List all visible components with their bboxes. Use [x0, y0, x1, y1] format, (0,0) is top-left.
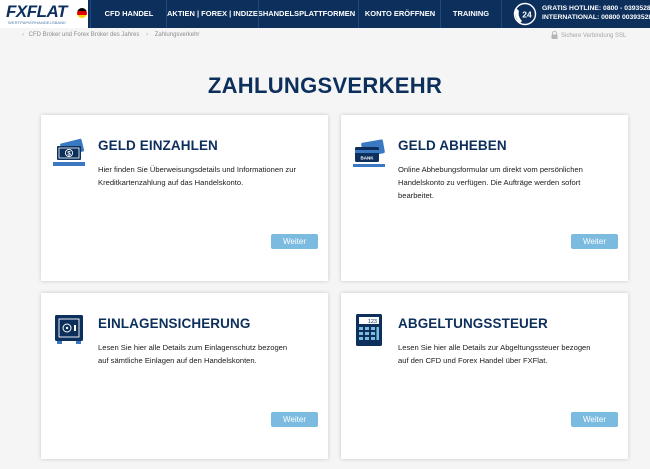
safe-icon: [55, 315, 83, 344]
phone-24-icon: 24: [513, 2, 537, 26]
bank-label: BANK: [361, 156, 375, 161]
nav-aktien-forex-indizes[interactable]: AKTIEN | FOREX | INDIZES: [166, 0, 263, 28]
top-navigation: FXFLAT WERTPAPIERHANDELSBANK CFD HANDEL …: [0, 0, 650, 28]
logo[interactable]: FXFLAT WERTPAPIERHANDELSBANK: [0, 0, 88, 28]
card-geld-abheben: BANK GELD ABHEBEN Online Abhebungsformul…: [341, 115, 628, 281]
logo-text: FXFLAT: [6, 2, 67, 21]
nav-cfd-handel[interactable]: CFD HANDEL: [90, 0, 167, 28]
weiter-button[interactable]: Weiter: [271, 412, 318, 427]
ssl-label: Sichere Verbindung SSL: [561, 33, 627, 39]
hotline-numbers[interactable]: GRATIS HOTLINE: 0800 - 0393528 INTERNATI…: [542, 5, 650, 22]
card-title: EINLAGENSICHERUNG: [98, 316, 251, 331]
card-geld-einzahlen: $ GELD EINZAHLEN Hier finden Sie Überwei…: [41, 115, 328, 281]
page-title: ZAHLUNGSVERKEHR: [207, 73, 443, 98]
card-description: Hier finden Sie Überweisungsdetails und …: [98, 165, 296, 187]
lock-icon: [551, 30, 558, 39]
calculator-display: 123: [368, 319, 377, 325]
hotline-international: INTERNATIONAL: 00800 00393528: [542, 13, 650, 21]
breadcrumb-home-link[interactable]: CFD Broker und Forex Broker des Jahres: [29, 32, 140, 38]
nav-handelsplattformen[interactable]: HANDELSPLATTFORMEN: [258, 0, 359, 28]
weiter-button[interactable]: Weiter: [571, 412, 618, 427]
card-title: ABGELTUNGSSTEUER: [398, 316, 548, 331]
nav-training[interactable]: TRAINING: [440, 0, 502, 28]
card-description: Lesen Sie hier alle Details zum Einlagen…: [98, 343, 288, 365]
card-abgeltungssteuer: 123 ABGELTUNGSSTEUER Lesen Sie hier alle…: [341, 293, 628, 459]
breadcrumb: › CFD Broker und Forex Broker des Jahres…: [22, 32, 199, 38]
card-description: Online Abhebungsformular um direkt vom p…: [398, 165, 583, 200]
weiter-button[interactable]: Weiter: [571, 234, 618, 249]
hotline-badge-text: 24: [522, 10, 532, 20]
card-title: GELD ABHEBEN: [398, 138, 507, 153]
banknotes-icon: $: [53, 138, 85, 166]
bank-cards-icon: BANK: [353, 139, 385, 167]
calculator-icon: 123: [356, 314, 382, 346]
german-flag-icon[interactable]: [77, 8, 87, 18]
ssl-indicator: Sichere Verbindung SSL: [551, 30, 627, 39]
nav-konto-eroeffnen[interactable]: KONTO ERÖFFNEN: [358, 0, 441, 28]
breadcrumb-sep-icon: ›: [146, 32, 149, 38]
card-description: Lesen Sie hier alle Details zur Abgeltun…: [398, 343, 591, 365]
logo-subtitle: WERTPAPIERHANDELSBANK: [8, 20, 66, 25]
weiter-button[interactable]: Weiter: [271, 234, 318, 249]
card-einlagensicherung: EINLAGENSICHERUNG Lesen Sie hier alle De…: [41, 293, 328, 459]
breadcrumb-sep-icon: ›: [22, 32, 24, 38]
breadcrumb-current[interactable]: Zahlungsverkehr: [155, 32, 200, 38]
hotline-national: GRATIS HOTLINE: 0800 - 0393528: [542, 5, 650, 12]
card-title: GELD EINZAHLEN: [98, 138, 218, 153]
